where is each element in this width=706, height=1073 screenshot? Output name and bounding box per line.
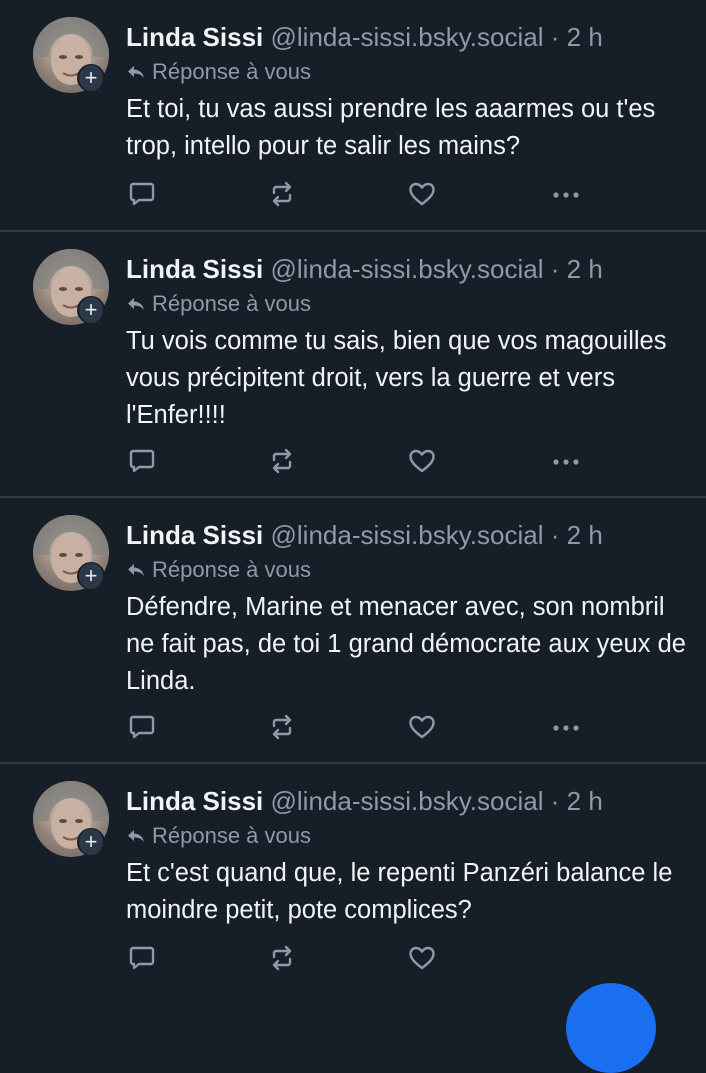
speech-bubble-icon (129, 946, 155, 970)
reply-button[interactable] (126, 711, 158, 743)
more-options-button[interactable] (550, 711, 582, 743)
reply-indicator: Réponse à vous (126, 57, 311, 87)
like-button[interactable] (406, 178, 438, 210)
post[interactable]: + Linda Sissi @linda-sissi.bsky.social ·… (0, 232, 706, 498)
post-actions (126, 178, 596, 210)
reply-button[interactable] (126, 178, 158, 210)
heart-icon (409, 449, 435, 473)
avatar[interactable]: + (33, 17, 109, 93)
ellipsis-icon (553, 725, 579, 731)
post[interactable]: + Linda Sissi @linda-sissi.bsky.social ·… (0, 764, 706, 1000)
follow-badge[interactable]: + (77, 562, 105, 590)
follow-badge[interactable]: + (77, 828, 105, 856)
repost-button[interactable] (266, 445, 298, 477)
ellipsis-icon (553, 192, 579, 198)
separator: · (550, 786, 560, 816)
post[interactable]: + Linda Sissi @linda-sissi.bsky.social ·… (0, 0, 706, 232)
separator: · (550, 22, 560, 52)
post-time[interactable]: 2 h (567, 22, 603, 52)
reply-arrow-icon (128, 564, 144, 576)
reply-arrow-icon (128, 298, 144, 310)
heart-icon (409, 946, 435, 970)
reply-label: Réponse à vous (152, 291, 311, 316)
like-button[interactable] (406, 942, 438, 974)
author-handle[interactable]: @linda-sissi.bsky.social (271, 22, 544, 52)
avatar[interactable]: + (33, 515, 109, 591)
reply-indicator: Réponse à vous (126, 289, 311, 319)
more-options-button[interactable] (550, 178, 582, 210)
repost-arrows-icon (272, 448, 292, 474)
post-time[interactable]: 2 h (567, 254, 603, 284)
post-actions (126, 711, 596, 743)
ellipsis-icon (553, 459, 579, 465)
post-text: Et c'est quand que, le repenti Panzéri b… (126, 859, 673, 924)
post-header: Linda Sissi @linda-sissi.bsky.social · 2… (126, 252, 603, 286)
post-header: Linda Sissi @linda-sissi.bsky.social · 2… (126, 20, 603, 54)
reply-indicator: Réponse à vous (126, 821, 311, 851)
repost-arrows-icon (272, 945, 292, 971)
reply-label: Réponse à vous (152, 59, 311, 84)
author-name[interactable]: Linda Sissi (126, 22, 263, 52)
speech-bubble-icon (129, 182, 155, 206)
author-handle[interactable]: @linda-sissi.bsky.social (271, 520, 544, 550)
author-name[interactable]: Linda Sissi (126, 520, 263, 550)
repost-button[interactable] (266, 942, 298, 974)
more-options-button[interactable] (550, 445, 582, 477)
repost-button[interactable] (266, 711, 298, 743)
avatar[interactable]: + (33, 781, 109, 857)
post-actions (126, 942, 596, 974)
compose-button[interactable] (566, 983, 656, 1073)
reply-button[interactable] (126, 445, 158, 477)
plus-icon: + (79, 65, 103, 91)
post-text: Défendre, Marine et menacer avec, son no… (126, 593, 686, 695)
author-name[interactable]: Linda Sissi (126, 254, 263, 284)
follow-badge[interactable]: + (77, 296, 105, 324)
post-time[interactable]: 2 h (567, 520, 603, 550)
author-handle[interactable]: @linda-sissi.bsky.social (271, 786, 544, 816)
repost-arrows-icon (272, 714, 292, 740)
plus-icon: + (79, 563, 103, 589)
reply-arrow-icon (128, 66, 144, 78)
separator: · (550, 520, 560, 550)
reply-label: Réponse à vous (152, 823, 311, 848)
post-header: Linda Sissi @linda-sissi.bsky.social · 2… (126, 518, 603, 552)
follow-badge[interactable]: + (77, 64, 105, 92)
reply-button[interactable] (126, 942, 158, 974)
speech-bubble-icon (129, 715, 155, 739)
separator: · (550, 254, 560, 284)
plus-icon: + (79, 829, 103, 855)
like-button[interactable] (406, 445, 438, 477)
post-actions (126, 445, 596, 477)
post-time[interactable]: 2 h (567, 786, 603, 816)
reply-indicator: Réponse à vous (126, 555, 311, 585)
post[interactable]: + Linda Sissi @linda-sissi.bsky.social ·… (0, 498, 706, 764)
reply-label: Réponse à vous (152, 557, 311, 582)
speech-bubble-icon (129, 449, 155, 473)
heart-icon (409, 715, 435, 739)
reply-arrow-icon (128, 830, 144, 842)
author-name[interactable]: Linda Sissi (126, 786, 263, 816)
post-text: Et toi, tu vas aussi prendre les aaarmes… (126, 95, 656, 160)
author-handle[interactable]: @linda-sissi.bsky.social (271, 254, 544, 284)
post-header: Linda Sissi @linda-sissi.bsky.social · 2… (126, 784, 603, 818)
post-text: Tu vois comme tu sais, bien que vos mago… (126, 327, 667, 429)
heart-icon (409, 182, 435, 206)
avatar[interactable]: + (33, 249, 109, 325)
plus-icon: + (79, 297, 103, 323)
repost-arrows-icon (272, 181, 292, 207)
like-button[interactable] (406, 711, 438, 743)
repost-button[interactable] (266, 178, 298, 210)
